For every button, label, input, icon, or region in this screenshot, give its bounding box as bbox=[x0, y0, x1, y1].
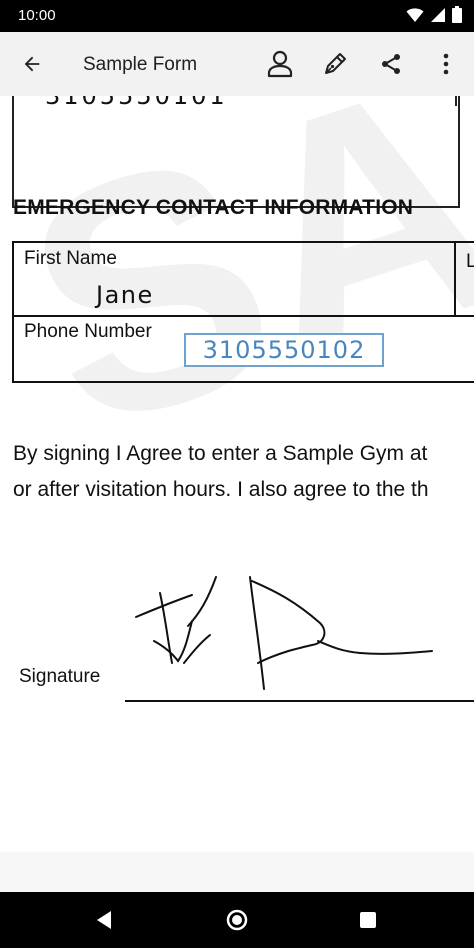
cellular-signal-icon bbox=[431, 7, 445, 22]
nav-home-button[interactable] bbox=[207, 892, 267, 948]
status-icons bbox=[406, 6, 462, 23]
wifi-icon bbox=[406, 7, 424, 22]
app-toolbar: Sample Form bbox=[0, 32, 474, 96]
page-title: Sample Form bbox=[83, 54, 198, 75]
share-icon bbox=[382, 54, 400, 74]
document-page[interactable]: SAMPLE 3105550101 EMERGENCY CONTACT INFO… bbox=[0, 96, 474, 852]
status-time: 10:00 bbox=[18, 7, 56, 24]
status-bar: 10:00 bbox=[0, 0, 474, 32]
signature-line bbox=[125, 700, 474, 702]
agreement-line: or after visitation hours. I also agree … bbox=[13, 478, 429, 501]
first-name-label: First Name bbox=[24, 248, 117, 269]
signature-label: Signature bbox=[19, 666, 101, 687]
next-column-label: L bbox=[466, 251, 474, 272]
system-nav-bar bbox=[0, 892, 474, 948]
previous-field-divider bbox=[455, 96, 474, 106]
home-circle-icon bbox=[226, 909, 248, 931]
signer-button[interactable] bbox=[256, 32, 304, 96]
recents-square-icon bbox=[360, 912, 376, 928]
agreement-line: By signing I Agree to enter a Sample Gym… bbox=[13, 442, 428, 465]
nav-back-button[interactable] bbox=[74, 892, 134, 948]
first-name-field[interactable]: Jane bbox=[96, 281, 154, 309]
more-options-button[interactable] bbox=[422, 32, 470, 96]
phone-number-label: Phone Number bbox=[24, 321, 152, 342]
arrow-left-icon bbox=[24, 56, 40, 72]
nav-recents-button[interactable] bbox=[338, 892, 398, 948]
person-icon bbox=[267, 50, 293, 78]
back-triangle-icon bbox=[97, 911, 111, 929]
previous-field-cell bbox=[12, 96, 460, 208]
back-button[interactable] bbox=[8, 32, 56, 96]
more-vert-icon bbox=[443, 53, 449, 75]
document-footer-area bbox=[0, 852, 474, 892]
sign-button[interactable] bbox=[311, 32, 359, 96]
share-button[interactable] bbox=[367, 32, 415, 96]
agreement-text: By signing I Agree to enter a Sample Gym… bbox=[13, 436, 474, 508]
previous-field-value: 3105550101 bbox=[45, 96, 228, 110]
phone-number-field[interactable]: 3105550102 bbox=[184, 333, 384, 367]
column-divider bbox=[454, 243, 456, 315]
emergency-contact-table: First Name Jane L Phone Number 310555010… bbox=[12, 241, 474, 383]
section-heading: EMERGENCY CONTACT INFORMATION bbox=[13, 196, 414, 219]
pen-icon bbox=[325, 53, 346, 74]
signature-drawing[interactable] bbox=[130, 571, 450, 701]
row-divider bbox=[14, 315, 474, 317]
battery-icon bbox=[452, 6, 462, 23]
